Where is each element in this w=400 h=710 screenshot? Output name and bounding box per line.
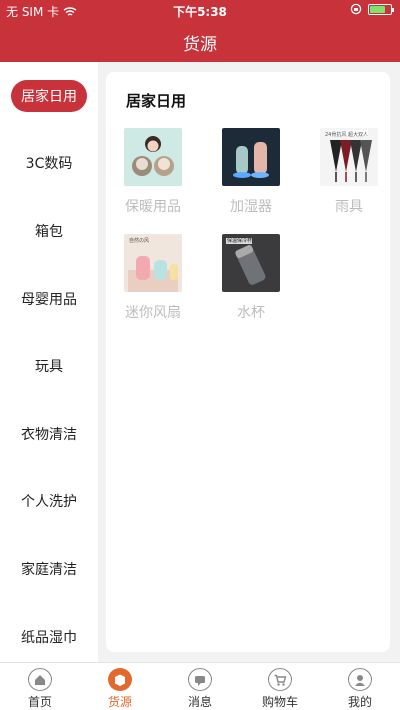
tab-item[interactable]: 我的 [320, 663, 400, 710]
app-header: 无 SIM 卡 下午5:38 货源 [0, 0, 400, 62]
subcategory-item[interactable]: 保暖用品 [106, 128, 200, 216]
status-time: 下午5:38 [173, 5, 227, 19]
sidebar-item-label: 纸品湿巾 [21, 629, 77, 646]
tab-item[interactable]: 购物车 [240, 663, 320, 710]
subcategory-label: 雨具 [335, 199, 363, 215]
home-icon [28, 668, 52, 691]
subcategory-item[interactable]: 自然の风迷你风扇 [106, 234, 200, 322]
sidebar-item-label: 母婴用品 [21, 291, 77, 308]
mini-fan-image: 自然の风 [124, 234, 182, 292]
subcategory-label: 水杯 [237, 305, 265, 321]
source-box-icon [108, 668, 132, 691]
tab-item[interactable]: 首页 [0, 663, 80, 710]
subcategory-item[interactable]: 保温保冷杯水杯 [204, 234, 298, 322]
sidebar-item[interactable]: 个人洗护 [0, 468, 98, 536]
tab-label: 消息 [187, 695, 212, 709]
plush-toys-image [124, 128, 182, 186]
sidebar-item[interactable]: 居家日用 [0, 62, 98, 130]
sidebar-item[interactable]: 3C数码 [0, 130, 98, 198]
sidebar-item-label: 居家日用 [11, 79, 87, 112]
cart-icon [268, 668, 292, 691]
subcategory-label: 加湿器 [230, 199, 272, 215]
category-panel: 居家日用 保暖用品 加湿器 24骨抗风 超大双人 雨具 自然の风 迷你风扇 保温保冷杯 水杯 [106, 72, 390, 652]
sidebar-item-label: 衣物清洁 [21, 426, 77, 443]
sidebar-item[interactable]: 箱包 [0, 197, 98, 265]
water-cup-image: 保温保冷杯 [222, 234, 280, 292]
tab-label: 我的 [347, 695, 372, 709]
battery-icon [368, 3, 394, 15]
sidebar-item[interactable]: 衣物清洁 [0, 400, 98, 468]
sidebar-item[interactable]: 家庭清洁 [0, 535, 98, 603]
sidebar-item[interactable]: 纸品湿巾 [0, 603, 98, 662]
subcategory-item[interactable]: 加湿器 [204, 128, 298, 216]
sidebar-item[interactable]: 玩具 [0, 332, 98, 400]
humidifier-image [222, 128, 280, 186]
subcategory-item[interactable]: 24骨抗风 超大双人雨具 [302, 128, 396, 216]
thumbnail-caption: 24骨抗风 超大双人 [325, 131, 368, 138]
orientation-lock-icon [350, 3, 362, 15]
sidebar-item-label: 玩具 [35, 359, 63, 376]
sidebar-item-label: 3C数码 [25, 156, 73, 173]
thumbnail-caption: 自然の风 [129, 237, 149, 244]
sidebar-item-label: 家庭清洁 [21, 561, 77, 578]
tab-label: 货源 [107, 695, 132, 709]
subcategory-label: 迷你风扇 [125, 305, 181, 321]
tab-label: 购物车 [261, 695, 298, 709]
sidebar-item[interactable]: 母婴用品 [0, 265, 98, 333]
sidebar-item-label: 个人洗护 [21, 494, 77, 511]
tab-item[interactable]: 消息 [160, 663, 240, 710]
subcategory-label: 保暖用品 [125, 199, 181, 215]
category-title: 居家日用 [126, 92, 187, 110]
category-sidebar: 居家日用 3C数码箱包母婴用品玩具衣物清洁个人洗护家庭清洁纸品湿巾 [0, 62, 98, 662]
message-icon [188, 668, 212, 691]
tab-label: 首页 [27, 695, 52, 709]
status-right [350, 3, 394, 15]
profile-icon [348, 668, 372, 691]
thumbnail-caption: 保温保冷杯 [227, 237, 252, 244]
sidebar-item-label: 箱包 [35, 223, 63, 240]
page-title: 货源 [183, 35, 217, 55]
umbrellas-image: 24骨抗风 超大双人 [320, 128, 378, 186]
tab-item[interactable]: 货源 [80, 663, 160, 710]
bottom-tab-bar: 首页 货源 消息 购物车 我的 [0, 662, 400, 710]
status-bar: 无 SIM 卡 下午5:38 [0, 0, 400, 22]
